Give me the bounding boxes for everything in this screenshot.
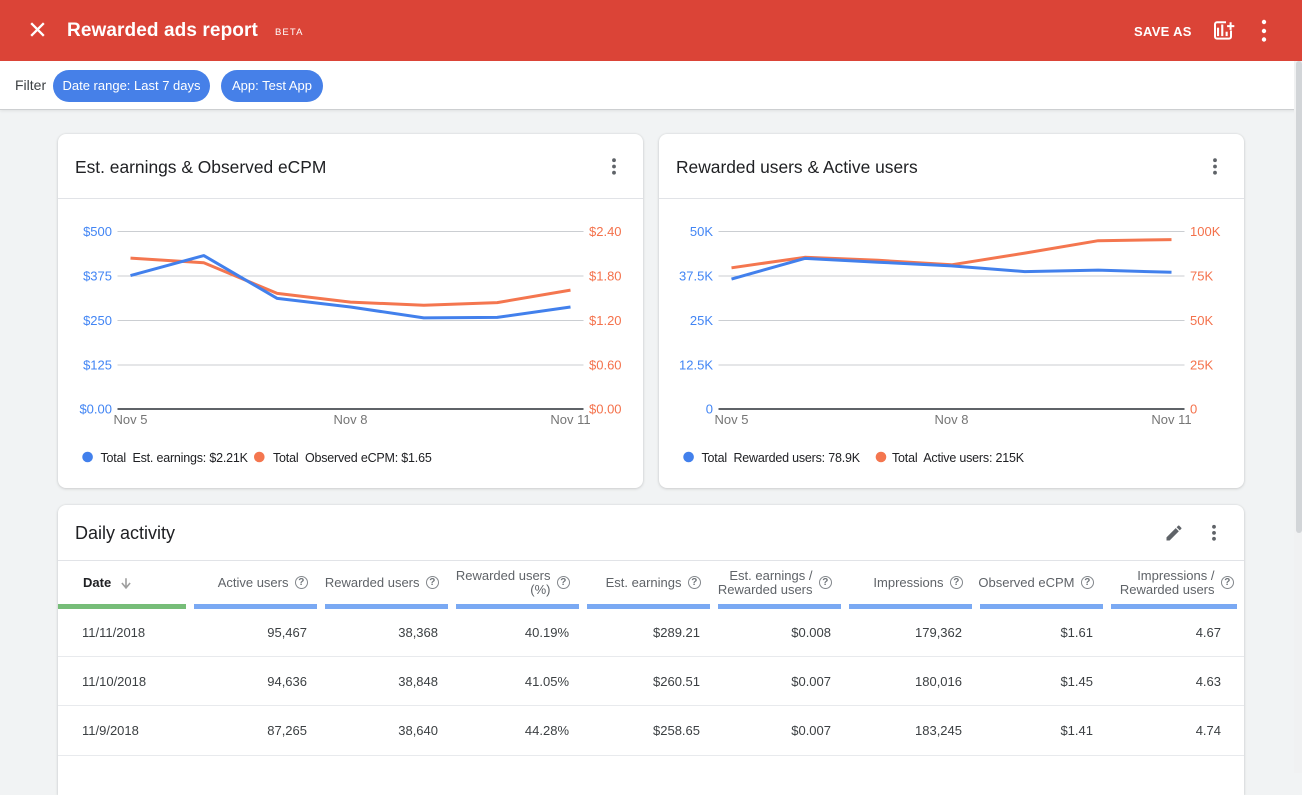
svg-text:Total Rewarded users: 78.9K: Total Rewarded users: 78.9K [702,451,861,465]
svg-text:$250: $250 [83,313,112,328]
svg-text:37.5K: 37.5K [679,269,713,284]
svg-text:Nov 8: Nov 8 [935,412,969,427]
svg-text:$500: $500 [83,224,112,239]
svg-text:$125: $125 [83,358,112,373]
svg-text:$375: $375 [83,269,112,284]
svg-text:$0.00: $0.00 [589,402,622,417]
svg-text:Total Observed eCPM: $1.65: Total Observed eCPM: $1.65 [273,451,432,465]
svg-text:Nov 11: Nov 11 [1151,412,1191,427]
svg-text:Nov 11: Nov 11 [550,412,590,427]
svg-text:75K: 75K [1190,269,1213,284]
svg-text:25K: 25K [1190,358,1213,373]
svg-text:Nov 5: Nov 5 [114,412,148,427]
svg-text:50K: 50K [690,224,713,239]
svg-text:100K: 100K [1190,224,1221,239]
svg-text:$0.00: $0.00 [79,402,112,417]
svg-text:Total Active users: 215K: Total Active users: 215K [892,451,1025,465]
svg-text:$2.40: $2.40 [589,224,622,239]
svg-text:$0.60: $0.60 [589,358,622,373]
svg-text:$1.80: $1.80 [589,269,622,284]
svg-text:25K: 25K [690,313,713,328]
svg-text:50K: 50K [1190,313,1213,328]
svg-text:Total Est. earnings: $2.21K: Total Est. earnings: $2.21K [101,451,249,465]
svg-text:$1.20: $1.20 [589,313,622,328]
svg-text:12.5K: 12.5K [679,358,713,373]
svg-text:Nov 5: Nov 5 [715,412,749,427]
svg-text:0: 0 [706,402,713,417]
svg-text:Nov 8: Nov 8 [334,412,368,427]
